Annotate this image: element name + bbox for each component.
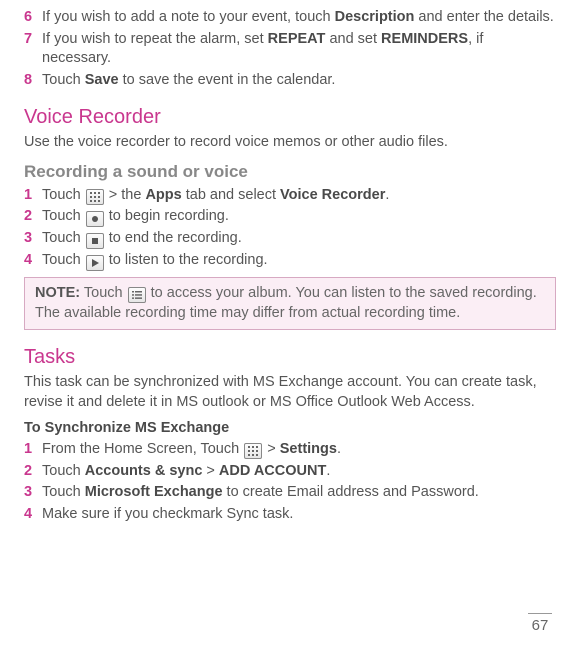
step-number: 4 (24, 505, 42, 525)
bold-text: Apps (145, 187, 181, 203)
event-steps-continued: 6If you wish to add a note to your event… (24, 8, 556, 90)
step-number: 3 (24, 483, 42, 503)
bold-text: REPEAT (268, 31, 326, 47)
list-item: 6If you wish to add a note to your event… (24, 8, 556, 28)
tasks-heading: Tasks (24, 344, 556, 371)
note-box: NOTE: Touch to access your album. You ca… (24, 277, 556, 330)
tasks-intro: This task can be synchronized with MS Ex… (24, 373, 556, 412)
step-text: Make sure if you checkmark Sync task. (42, 505, 556, 525)
note-text: Touch to access your album. You can list… (35, 285, 537, 321)
step-text: Touch to end the recording. (42, 229, 556, 249)
step-number: 1 (24, 440, 42, 460)
list-item: 2Touch Accounts & sync > ADD ACCOUNT. (24, 462, 556, 482)
step-text: Touch to begin recording. (42, 207, 556, 227)
sync-title: To Synchronize MS Exchange (24, 419, 556, 439)
page-number: 67 (528, 613, 552, 636)
step-number: 2 (24, 462, 42, 482)
voice-steps: 1Touch > the Apps tab and select Voice R… (24, 186, 556, 272)
step-number: 1 (24, 186, 42, 206)
list-item: 4Touch to listen to the recording. (24, 251, 556, 271)
step-text: Touch > the Apps tab and select Voice Re… (42, 186, 556, 206)
voice-recorder-intro: Use the voice recorder to record voice m… (24, 133, 556, 153)
bold-text: REMINDERS (381, 31, 468, 47)
bold-text: Accounts & sync (85, 463, 203, 479)
bold-text: Settings (280, 441, 337, 457)
step-number: 3 (24, 229, 42, 249)
step-text: Touch Microsoft Exchange to create Email… (42, 483, 556, 503)
apps-grid-icon (244, 443, 262, 459)
record-icon (86, 211, 104, 227)
bold-text: Description (335, 9, 415, 25)
list-item: 8Touch Save to save the event in the cal… (24, 71, 556, 91)
list-item: 7If you wish to repeat the alarm, set RE… (24, 30, 556, 69)
apps-grid-icon (86, 189, 104, 205)
list-item: 1Touch > the Apps tab and select Voice R… (24, 186, 556, 206)
step-text: If you wish to add a note to your event,… (42, 8, 556, 28)
bold-text: Voice Recorder (280, 187, 385, 203)
step-text: From the Home Screen, Touch > Settings. (42, 440, 556, 460)
list-item: 3Touch to end the recording. (24, 229, 556, 249)
list-item: 2Touch to begin recording. (24, 207, 556, 227)
list-item: 3Touch Microsoft Exchange to create Emai… (24, 483, 556, 503)
step-number: 7 (24, 30, 42, 69)
bold-text: Microsoft Exchange (85, 484, 223, 500)
bold-text: Save (85, 72, 119, 88)
play-icon (86, 255, 104, 271)
step-text: Touch Save to save the event in the cale… (42, 71, 556, 91)
step-number: 4 (24, 251, 42, 271)
step-number: 6 (24, 8, 42, 28)
bold-text: ADD ACCOUNT (219, 463, 326, 479)
recording-subheading: Recording a sound or voice (24, 161, 556, 184)
sync-steps: 1From the Home Screen, Touch > Settings.… (24, 440, 556, 524)
list-item: 4Make sure if you checkmark Sync task. (24, 505, 556, 525)
step-text: Touch Accounts & sync > ADD ACCOUNT. (42, 462, 556, 482)
step-text: Touch to listen to the recording. (42, 251, 556, 271)
stop-icon (86, 233, 104, 249)
step-number: 8 (24, 71, 42, 91)
step-text: If you wish to repeat the alarm, set REP… (42, 30, 556, 69)
album-list-icon (128, 287, 146, 303)
voice-recorder-heading: Voice Recorder (24, 104, 556, 131)
list-item: 1From the Home Screen, Touch > Settings. (24, 440, 556, 460)
step-number: 2 (24, 207, 42, 227)
note-label: NOTE: (35, 285, 80, 301)
